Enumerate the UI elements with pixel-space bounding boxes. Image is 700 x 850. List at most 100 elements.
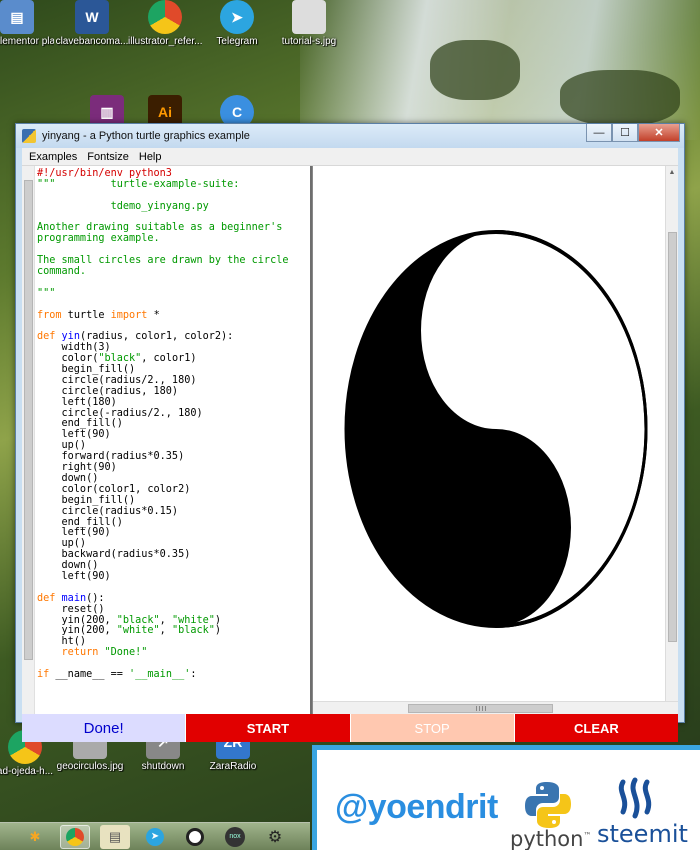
code-token: '__main__' — [129, 668, 191, 680]
maximize-button[interactable]: ☐ — [612, 124, 638, 142]
code-token: , color1) — [141, 353, 197, 365]
code-token: color(color1, color2) — [37, 483, 191, 495]
desktop-icon-elementor[interactable]: ▤ ka Elementor plate Pack — [0, 0, 54, 47]
taskbar-chrome-icon[interactable] — [60, 824, 90, 849]
black-dot — [473, 497, 519, 558]
turtle-canvas[interactable]: ▲ — [312, 166, 678, 714]
desktop-icon-illustrator-ref[interactable]: illustrator_refer... — [128, 0, 202, 47]
code-token: from — [37, 309, 62, 321]
minimize-button[interactable]: — — [586, 124, 612, 142]
code-token: down() — [37, 560, 99, 572]
desktop-icon-clavebanco[interactable]: W clavebancoma... — [55, 0, 129, 47]
clear-button[interactable]: CLEAR — [513, 714, 678, 742]
control-button-bar: Done! START STOP CLEAR — [22, 714, 678, 742]
python-wordmark: python™ — [510, 827, 592, 850]
python-app-icon — [22, 129, 36, 143]
code-token: , — [159, 625, 172, 637]
code-token: ) — [214, 614, 222, 626]
menu-bar: Examples Fontsize Help — [22, 148, 678, 166]
desktop-icon-tutorial[interactable]: tutorial-s.jpg — [272, 0, 346, 47]
code-token: color( — [37, 353, 99, 365]
code-line: programming example. — [37, 233, 310, 245]
window-titlebar[interactable]: yinyang - a Python turtle graphics examp… — [16, 124, 684, 148]
desktop-icon-telegram[interactable]: ➤ Telegram — [200, 0, 274, 47]
code-line: return "Done!" — [37, 647, 310, 659]
wallpaper-rock — [560, 70, 680, 125]
stop-button[interactable]: STOP — [349, 714, 514, 742]
code-token: up() — [37, 538, 87, 550]
code-token: up() — [37, 440, 87, 452]
code-token: : — [190, 668, 197, 680]
code-token: forward(radius*0.35) — [37, 451, 185, 463]
taskbar-circle-app-icon[interactable] — [180, 825, 210, 849]
menu-fontsize[interactable]: Fontsize — [82, 151, 134, 163]
code-line: command. — [37, 266, 310, 278]
code-token: main — [61, 592, 87, 604]
code-line: """ — [37, 287, 310, 300]
code-token: __name__ == — [49, 668, 130, 680]
close-button[interactable]: ✕ — [638, 124, 680, 142]
code-line: """ turtle-example-suite: — [37, 178, 310, 191]
code-token: circle(-radius/2., 180) — [37, 407, 203, 419]
canvas-horizontal-scrollbar[interactable] — [313, 701, 678, 714]
telegram-icon: ➤ — [220, 0, 254, 34]
window-title: yinyang - a Python turtle graphics examp… — [42, 130, 250, 142]
code-token: ) — [214, 625, 222, 637]
scroll-grip-icon — [476, 706, 486, 711]
code-scrollbar-thumb[interactable] — [24, 180, 33, 660]
white-dot — [473, 300, 519, 361]
code-token: """ — [37, 287, 56, 299]
code-token: width(3) — [37, 342, 111, 354]
code-line: if __name__ == '__main__': — [37, 668, 310, 681]
menu-help[interactable]: Help — [134, 151, 167, 163]
taskbar-document-icon[interactable]: ▤ — [100, 824, 130, 849]
code-line: left(90) — [37, 571, 310, 583]
code-scrollbar[interactable] — [22, 166, 35, 714]
taskbar-gear-icon[interactable]: ⚙ — [260, 825, 290, 849]
code-token: tdemo_yinyang.py — [37, 200, 209, 212]
start-button[interactable]: START — [185, 714, 350, 742]
taskbar-nox-icon[interactable]: nox — [220, 825, 250, 849]
wallpaper-rock — [430, 40, 520, 100]
done-status-button[interactable]: Done! — [22, 714, 186, 742]
code-token: right(90) — [37, 462, 117, 474]
canvas-vscroll-thumb[interactable] — [668, 232, 677, 642]
source-code-pane[interactable]: #!/usr/bin/env python3 """ turtle-example… — [22, 166, 312, 714]
canvas-vertical-scrollbar[interactable]: ▲ — [665, 166, 678, 701]
word-document-icon: W — [75, 0, 109, 34]
taskbar-app-icon[interactable]: ✱ — [20, 825, 50, 849]
code-token: "black" — [98, 353, 142, 365]
code-line: from turtle import * — [37, 309, 310, 322]
code-token: programming example. — [37, 233, 160, 245]
code-token: left(180) — [37, 396, 117, 408]
taskbar-telegram-icon[interactable]: ➤ — [140, 825, 170, 849]
code-token: The small circles are drawn by the circl… — [37, 255, 289, 267]
image-file-icon — [292, 0, 326, 34]
code-token: def — [37, 592, 56, 604]
code-token: Another drawing suitable as a beginner's — [37, 222, 283, 234]
code-token: reset() — [37, 603, 105, 615]
menu-examples[interactable]: Examples — [24, 151, 82, 163]
code-token: "black" — [116, 614, 160, 626]
code-token: yin(200, — [37, 625, 117, 637]
author-handle: @yoendrit — [335, 788, 498, 826]
code-token: "white" — [171, 614, 215, 626]
steemit-logo-icon — [618, 777, 652, 819]
chrome-icon — [148, 0, 182, 34]
code-token: "black" — [171, 625, 215, 637]
code-token: """ turtle-example-suite: — [37, 178, 240, 190]
code-token: left(90) — [37, 527, 111, 539]
code-token: end_fill() — [37, 516, 123, 528]
yinyang-drawing — [344, 230, 648, 628]
code-token: backward(radius*0.35) — [37, 549, 191, 561]
code-token: "Done!" — [104, 647, 148, 659]
code-token: , — [159, 614, 172, 626]
code-token: yin(200, — [37, 614, 117, 626]
code-token: command. — [37, 266, 87, 278]
folder-icon: ▤ — [0, 0, 34, 34]
code-token: begin_fill() — [37, 364, 136, 376]
scroll-up-arrow-icon[interactable]: ▲ — [666, 166, 678, 179]
taskbar: ✱ ▤ ➤ nox ⚙ — [0, 822, 310, 850]
code-line: ​ — [37, 278, 310, 289]
